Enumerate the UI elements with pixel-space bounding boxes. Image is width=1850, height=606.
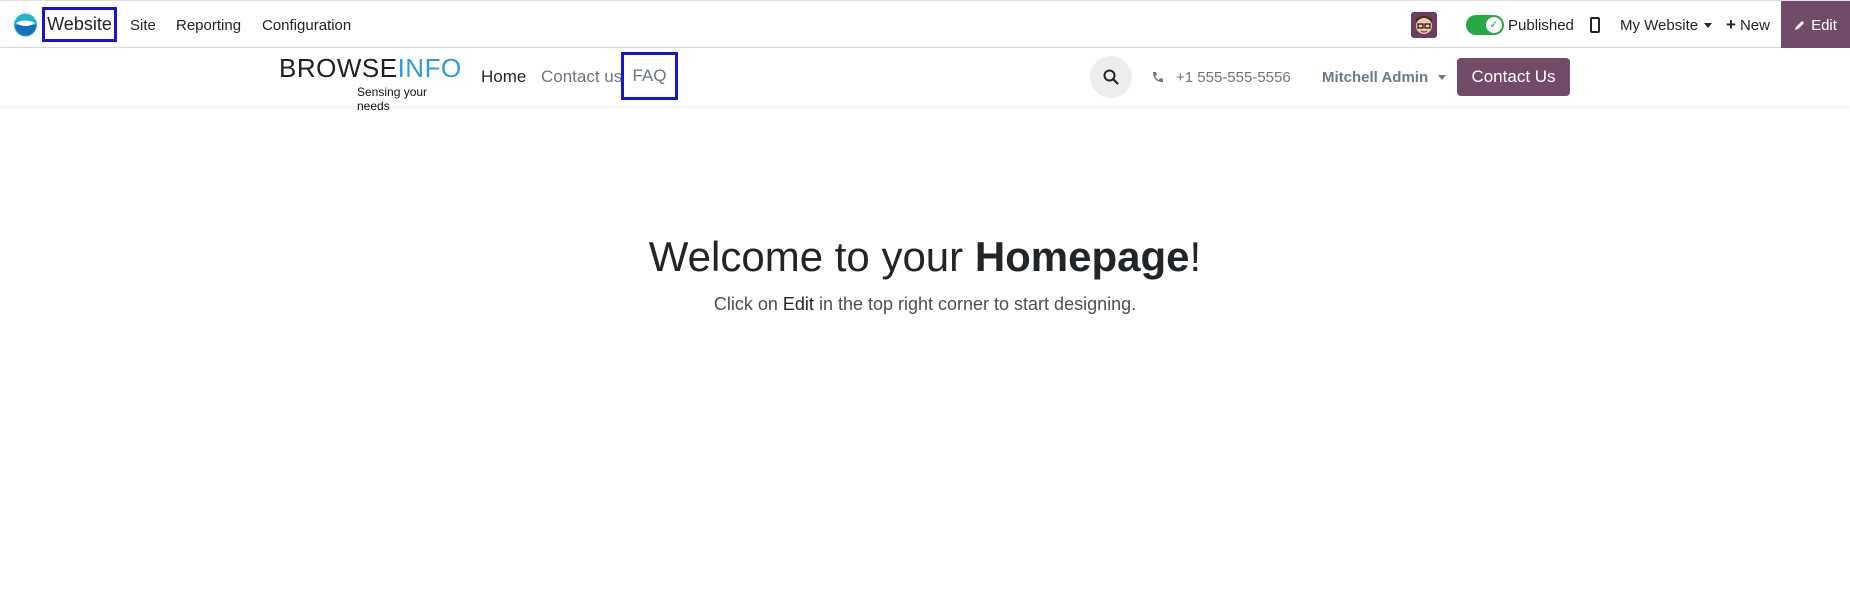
- hero-sub-prefix: Click on: [713, 294, 783, 314]
- menu-configuration[interactable]: Configuration: [262, 1, 351, 49]
- nav-contact-us[interactable]: Contact us: [541, 48, 622, 106]
- published-label[interactable]: Published: [1508, 1, 1574, 49]
- phone-link[interactable]: +1 555-555-5556: [1151, 48, 1291, 106]
- brand-tagline: Sensing your needs: [357, 85, 428, 113]
- avatar-icon[interactable]: [1411, 12, 1437, 38]
- new-button-label: New: [1739, 16, 1770, 34]
- website-switcher[interactable]: My Website: [1620, 1, 1713, 49]
- new-button[interactable]: + New: [1726, 1, 1770, 49]
- pencil-icon: [1795, 21, 1805, 30]
- hero-title: Welcome to your Homepage!: [0, 231, 1850, 283]
- user-menu[interactable]: Mitchell Admin: [1322, 48, 1447, 106]
- odoo-navbar: Website Site Reporting Configuration ✓ P…: [0, 0, 1850, 49]
- contact-us-button[interactable]: Contact Us: [1457, 58, 1570, 96]
- hero-sub-edit: Edit: [782, 294, 814, 314]
- menu-site[interactable]: Site: [130, 1, 156, 49]
- odoo-logo-icon[interactable]: [12, 13, 39, 37]
- phone-number: +1 555-555-5556: [1176, 68, 1291, 86]
- brand-word-info: INFO: [397, 53, 462, 83]
- check-icon: ✓: [1486, 17, 1502, 33]
- nav-faq[interactable]: FAQ: [621, 52, 678, 100]
- menu-reporting[interactable]: Reporting: [176, 1, 241, 49]
- chevron-down-icon: [1438, 74, 1447, 80]
- brand-logo[interactable]: BROWSEINFO Sensing your needs: [279, 53, 461, 113]
- app-name-website[interactable]: Website: [42, 7, 117, 42]
- published-toggle[interactable]: ✓: [1466, 15, 1504, 35]
- hero-title-suffix: !: [1189, 233, 1202, 280]
- plus-icon: +: [1726, 15, 1736, 34]
- search-icon: [1103, 69, 1119, 85]
- website-header: BROWSEINFO Sensing your needs Home Conta…: [0, 48, 1850, 113]
- hero-title-prefix: Welcome to your: [648, 233, 975, 280]
- chevron-down-icon: [1704, 22, 1713, 28]
- hero-sub-suffix: in the top right corner to start designi…: [813, 294, 1137, 314]
- search-button[interactable]: [1090, 56, 1132, 98]
- edit-button[interactable]: Edit: [1781, 1, 1850, 49]
- website-switcher-label: My Website: [1620, 16, 1699, 34]
- edit-button-label: Edit: [1811, 16, 1837, 34]
- nav-home[interactable]: Home: [481, 48, 526, 106]
- phone-icon: [1153, 71, 1163, 82]
- mobile-icon[interactable]: [1590, 17, 1600, 33]
- user-name: Mitchell Admin: [1322, 68, 1429, 86]
- hero-subtitle: Click on Edit in the top right corner to…: [0, 291, 1850, 317]
- brand-word-browse: BROWSE: [279, 53, 398, 83]
- hero-title-bold: Homepage: [974, 233, 1190, 280]
